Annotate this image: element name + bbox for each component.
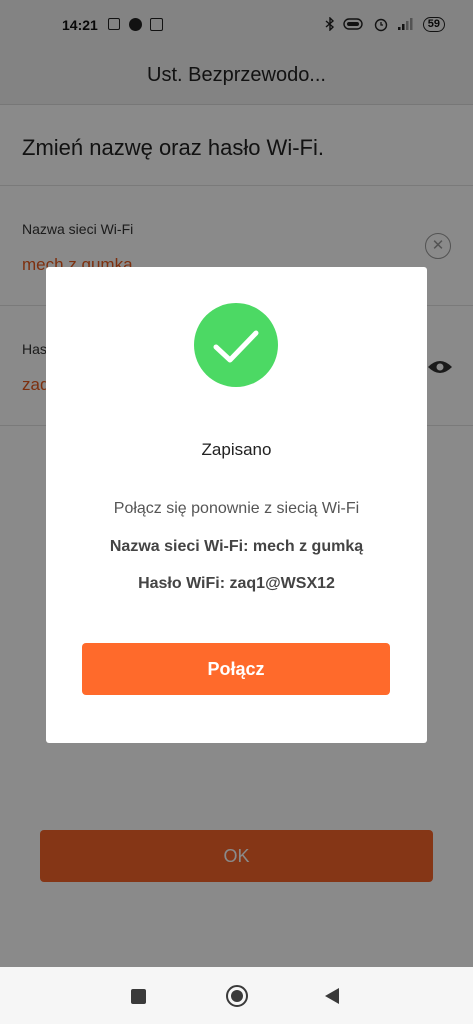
success-check-icon — [194, 303, 278, 387]
dialog-ssid: Nazwa sieci Wi-Fi: mech z gumką — [109, 538, 364, 555]
navigation-bar — [0, 967, 473, 1024]
home-icon[interactable] — [226, 985, 248, 1007]
dialog-status: Zapisano — [201, 440, 272, 459]
connect-button[interactable]: Połącz — [82, 643, 390, 695]
dialog-message: Połącz się ponownie z siecią Wi-Fi — [113, 500, 360, 517]
recents-icon[interactable] — [131, 989, 146, 1004]
saved-dialog: Zapisano Połącz się ponownie z siecią Wi… — [46, 267, 427, 743]
dialog-password: Hasło WiFi: zaq1@WSX12 — [138, 575, 335, 592]
back-icon[interactable] — [325, 988, 339, 1004]
checkmark-icon — [213, 330, 259, 363]
